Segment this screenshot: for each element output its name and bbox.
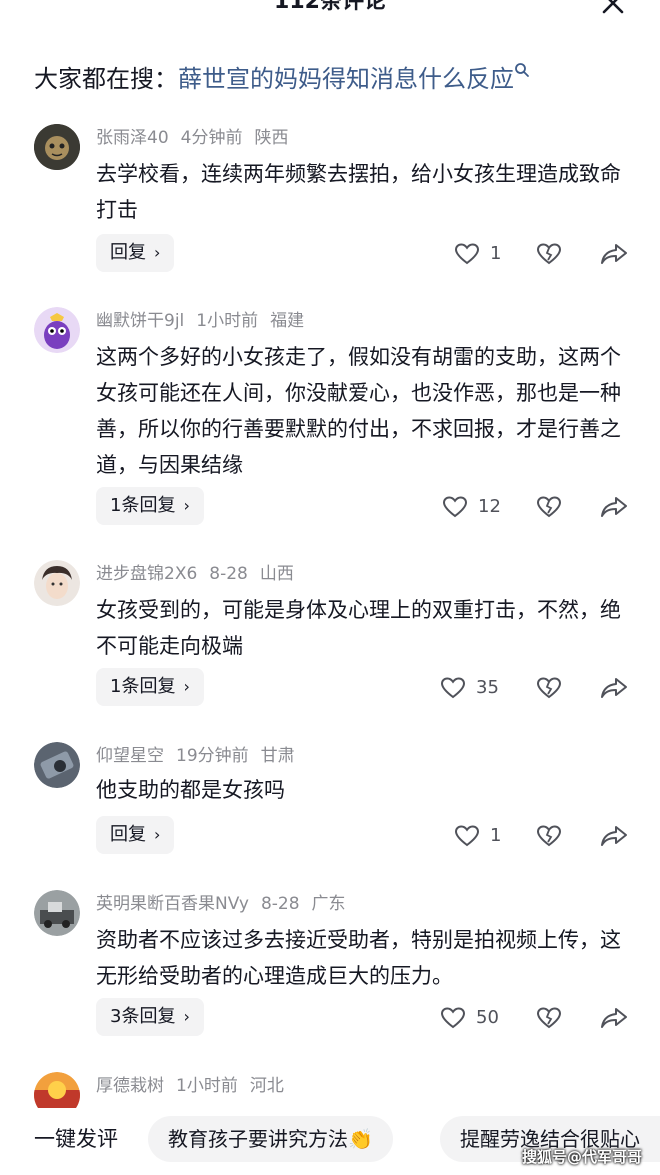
heart-icon[interactable]	[454, 824, 480, 848]
trending-search-prefix: 大家都在搜：	[34, 65, 178, 93]
heart-icon[interactable]	[454, 242, 480, 266]
share-icon[interactable]	[600, 242, 628, 266]
comment-meta: 仰望星空 19分钟前 甘肃	[96, 744, 307, 768]
heart-icon[interactable]	[442, 495, 468, 519]
avatar[interactable]	[34, 307, 80, 353]
comment-actions: 1	[430, 240, 640, 278]
comment-location: 陕西	[254, 128, 289, 148]
like-count: 1	[490, 825, 502, 846]
comment-item: 厚德栽树 1小时前 河北	[0, 1072, 660, 1108]
like-count: 35	[476, 677, 499, 698]
broken-heart-icon[interactable]	[536, 676, 562, 700]
comment-meta: 幽默饼干9jl 1小时前 福建	[96, 309, 316, 333]
broken-heart-icon[interactable]	[536, 1006, 562, 1030]
comment-meta: 张雨泽40 4分钟前 陕西	[96, 126, 300, 150]
comment-text: 这两个多好的小女孩走了，假如没有胡雷的支助，这两个女孩可能还在人间，你没献爱心，…	[96, 345, 621, 477]
reply-label: 1条回复	[110, 676, 176, 697]
comment-time: 1小时前	[196, 311, 259, 331]
reply-button[interactable]: 1条回复 ›	[96, 668, 204, 706]
search-icon	[515, 63, 529, 77]
comment-text: 去学校看，连续两年频繁去摆拍，给小女孩生理造成致命打击	[96, 162, 621, 222]
reply-button[interactable]: 回复 ›	[96, 234, 175, 272]
comment-location: 甘肃	[260, 746, 295, 766]
reply-button[interactable]: 3条回复 ›	[96, 998, 204, 1036]
comment-text: 他支助的都是女孩吗	[96, 778, 285, 802]
share-icon[interactable]	[600, 824, 628, 848]
quick-comment-bar: 一键发评 教育孩子要讲究方法👏 提醒劳逸结合很贴心 搜狐号@代军哥哥	[0, 1108, 660, 1175]
reply-label: 回复	[110, 242, 146, 263]
avatar[interactable]	[34, 1072, 80, 1108]
comment-meta: 英明果断百香果NVy 8-28 广东	[96, 892, 358, 916]
comment-location: 广东	[311, 894, 346, 914]
comment-actions: 1	[430, 822, 640, 860]
quick-comment-label: 一键发评	[34, 1127, 118, 1151]
reply-button[interactable]: 回复 ›	[96, 816, 175, 854]
trending-search-query[interactable]: 薛世宣的妈妈得知消息什么反应	[178, 65, 514, 93]
avatar[interactable]	[34, 560, 80, 606]
comment-actions: 12	[430, 493, 640, 531]
comment-actions: 50	[430, 1004, 640, 1042]
avatar[interactable]	[34, 890, 80, 936]
comment-location: 山西	[259, 564, 294, 584]
chevron-right-icon: ›	[154, 243, 161, 262]
username[interactable]: 张雨泽40	[96, 128, 169, 148]
avatar[interactable]	[34, 124, 80, 170]
share-icon[interactable]	[600, 676, 628, 700]
comment-meta: 厚德栽树 1小时前 河北	[96, 1074, 296, 1098]
username[interactable]: 进步盘锦2X6	[96, 564, 197, 584]
comment-time: 8-28	[260, 894, 300, 914]
like-count: 50	[476, 1007, 499, 1028]
avatar[interactable]	[34, 742, 80, 788]
watermark: 搜狐号@代军哥哥	[521, 1148, 642, 1166]
like-count: 1	[490, 243, 502, 264]
share-icon[interactable]	[600, 495, 628, 519]
heart-icon[interactable]	[440, 676, 466, 700]
reply-label: 回复	[110, 824, 146, 845]
comments-count-title: 112条评论	[274, 0, 386, 14]
reply-label: 1条回复	[110, 495, 176, 516]
broken-heart-icon[interactable]	[536, 824, 562, 848]
username[interactable]: 幽默饼干9jl	[96, 311, 184, 331]
username[interactable]: 厚德栽树	[96, 1076, 164, 1096]
heart-icon[interactable]	[440, 1006, 466, 1030]
chevron-right-icon: ›	[183, 677, 190, 696]
reply-label: 3条回复	[110, 1006, 176, 1027]
username[interactable]: 仰望星空	[96, 746, 164, 766]
comment-meta: 进步盘锦2X6 8-28 山西	[96, 562, 306, 586]
comment-time: 4分钟前	[180, 128, 243, 148]
comment-time: 1小时前	[176, 1076, 238, 1096]
like-count: 12	[478, 496, 501, 517]
chevron-right-icon: ›	[183, 1007, 190, 1026]
comment-text: 女孩受到的，可能是身体及心理上的双重打击，不然，绝不可能走向极端	[96, 598, 621, 658]
comment-time: 8-28	[209, 564, 248, 584]
quick-comment-chip[interactable]: 教育孩子要讲究方法👏	[148, 1116, 393, 1162]
comments-header: 112条评论	[0, 0, 660, 22]
close-icon[interactable]	[600, 0, 626, 16]
username[interactable]: 英明果断百香果NVy	[96, 894, 249, 914]
comment-location: 河北	[249, 1076, 284, 1096]
chevron-right-icon: ›	[183, 496, 190, 515]
share-icon[interactable]	[600, 1006, 628, 1030]
reply-button[interactable]: 1条回复 ›	[96, 487, 204, 525]
comment-actions: 35	[430, 674, 640, 712]
broken-heart-icon[interactable]	[536, 242, 562, 266]
comment-location: 福建	[270, 311, 305, 331]
comment-time: 19分钟前	[176, 746, 249, 766]
comment-text: 资助者不应该过多去接近受助者，特别是拍视频上传，这无形给受助者的心理造成巨大的压…	[96, 928, 621, 988]
trending-search[interactable]: 大家都在搜：薛世宣的妈妈得知消息什么反应	[34, 60, 640, 98]
chevron-right-icon: ›	[154, 825, 161, 844]
broken-heart-icon[interactable]	[536, 495, 562, 519]
